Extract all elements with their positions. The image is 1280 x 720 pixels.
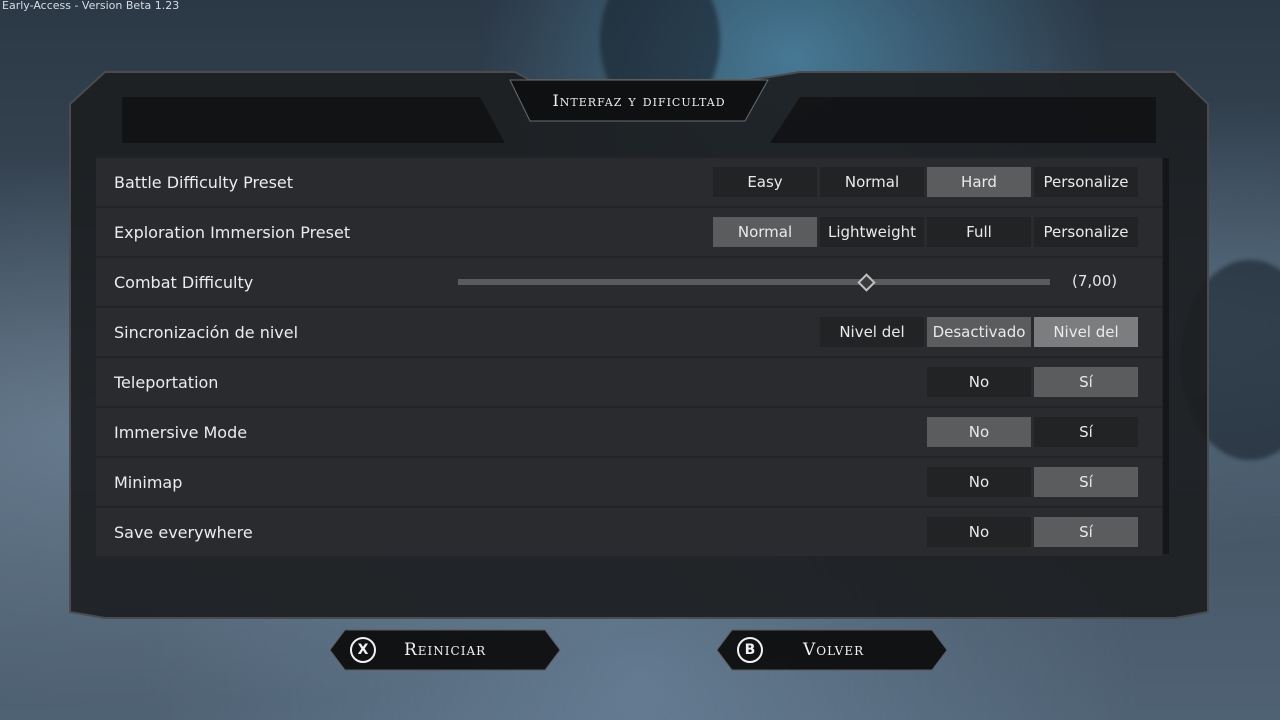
option-group: Easy Normal Hard Personalize (713, 167, 1138, 197)
setting-row-level-sync[interactable]: Sincronización de nivel Nivel del Desact… (96, 308, 1162, 356)
setting-label: Minimap (114, 472, 183, 492)
option-no[interactable]: No (927, 417, 1031, 447)
combat-difficulty-slider[interactable] (458, 279, 1050, 285)
option-nivel-del-1[interactable]: Nivel del (820, 317, 924, 347)
back-button[interactable]: B Volver (737, 630, 864, 670)
setting-row-teleportation[interactable]: Teleportation No Sí (96, 358, 1162, 406)
x-button-icon: X (350, 637, 376, 663)
option-si[interactable]: Sí (1034, 367, 1138, 397)
reset-button-label: Reiniciar (404, 640, 487, 660)
setting-row-save-everywhere[interactable]: Save everywhere No Sí (96, 508, 1162, 556)
page-title: Interfaz y dificultad (552, 90, 726, 110)
option-normal[interactable]: Normal (713, 217, 817, 247)
setting-row-minimap[interactable]: Minimap No Sí (96, 458, 1162, 506)
setting-label: Exploration Immersion Preset (114, 222, 351, 242)
option-si[interactable]: Sí (1034, 467, 1138, 497)
slider-thumb[interactable] (857, 273, 877, 292)
slider-value: (7,00) (1072, 272, 1118, 290)
settings-list: Battle Difficulty Preset Easy Normal Har… (96, 158, 1162, 558)
option-desactivado[interactable]: Desactivado (927, 317, 1031, 347)
option-group: Normal Lightweight Full Personalize (713, 217, 1138, 247)
option-group: No Sí (927, 467, 1138, 497)
option-group: No Sí (927, 367, 1138, 397)
option-personalize[interactable]: Personalize (1034, 217, 1138, 247)
option-lightweight[interactable]: Lightweight (820, 217, 924, 247)
setting-row-immersive-mode[interactable]: Immersive Mode No Sí (96, 408, 1162, 456)
setting-label: Save everywhere (114, 522, 253, 542)
option-group: Nivel del Desactivado Nivel del (820, 317, 1138, 347)
setting-label: Battle Difficulty Preset (114, 172, 294, 192)
option-normal[interactable]: Normal (820, 167, 924, 197)
reset-button[interactable]: X Reiniciar (350, 630, 486, 670)
option-no[interactable]: No (927, 467, 1031, 497)
option-nivel-del-2[interactable]: Nivel del (1034, 317, 1138, 347)
setting-row-exploration-immersion[interactable]: Exploration Immersion Preset Normal Ligh… (96, 208, 1162, 256)
option-hard[interactable]: Hard (927, 167, 1031, 197)
option-no[interactable]: No (927, 367, 1031, 397)
back-button-label: Volver (803, 640, 865, 660)
option-group: No Sí (927, 517, 1138, 547)
setting-row-battle-difficulty[interactable]: Battle Difficulty Preset Easy Normal Har… (96, 158, 1162, 206)
option-si[interactable]: Sí (1034, 417, 1138, 447)
option-si[interactable]: Sí (1034, 517, 1138, 547)
option-personalize[interactable]: Personalize (1034, 167, 1138, 197)
setting-label: Combat Difficulty (114, 272, 254, 292)
option-easy[interactable]: Easy (713, 167, 817, 197)
option-full[interactable]: Full (927, 217, 1031, 247)
option-group: No Sí (927, 417, 1138, 447)
option-no[interactable]: No (927, 517, 1031, 547)
b-button-icon: B (737, 637, 763, 663)
setting-row-combat-difficulty[interactable]: Combat Difficulty (7,00) (96, 258, 1162, 306)
setting-label: Sincronización de nivel (114, 322, 299, 342)
setting-label: Immersive Mode (114, 422, 248, 442)
setting-label: Teleportation (114, 372, 219, 392)
